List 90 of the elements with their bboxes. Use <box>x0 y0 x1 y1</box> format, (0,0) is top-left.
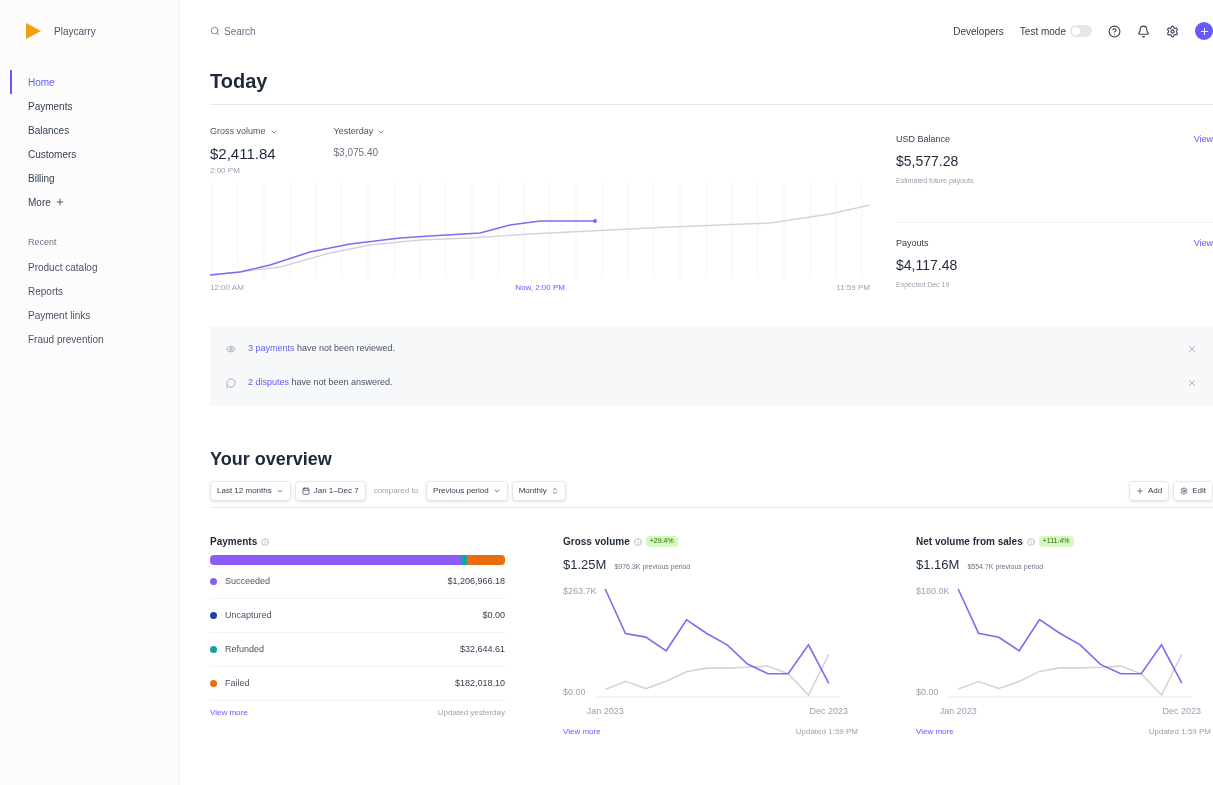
status-label: Succeeded <box>225 574 272 588</box>
alert-text: 3 payments have not been reviewed. <box>248 342 397 356</box>
create-button[interactable] <box>1195 22 1213 40</box>
axis-label: $180.0K <box>916 586 950 596</box>
status-label: Failed <box>225 676 251 690</box>
info-icon <box>1026 537 1035 546</box>
filter-button[interactable]: Last 12 months <box>210 481 291 501</box>
section-label: Recent <box>27 236 58 249</box>
filter-button[interactable]: Monthly <box>511 481 566 501</box>
axis-label: Dec 2023 <box>1162 704 1202 718</box>
nav-link[interactable]: Balances <box>10 118 179 142</box>
chat-icon <box>226 378 236 388</box>
search-field[interactable]: Search <box>210 23 256 39</box>
view-link[interactable]: View <box>1193 237 1213 251</box>
gear-icon <box>1180 487 1189 495</box>
balance-value: $4,117.48 <box>896 255 959 275</box>
filter-button[interactable]: Jan 1–Dec 7 <box>294 481 366 501</box>
status-amount: $1,206,966.18 <box>447 574 505 588</box>
logo-icon <box>24 22 42 40</box>
plus-icon <box>54 197 65 207</box>
section-title: Your overview <box>210 448 333 471</box>
axis-label: $0.00 <box>563 687 586 697</box>
view-more-link[interactable]: View more <box>563 726 601 738</box>
balance-label[interactable]: USD Balance <box>896 133 951 147</box>
metric-time: 2:00 PM <box>210 165 241 177</box>
alert-link[interactable]: 2 disputes <box>248 377 290 388</box>
info-icon <box>261 537 270 546</box>
add-button[interactable]: Add <box>1128 481 1170 501</box>
help-icon[interactable] <box>1108 24 1121 38</box>
current-point <box>593 219 597 223</box>
status-amount: $182,018.10 <box>454 676 505 690</box>
card-title: Net volume from sales <box>916 535 1023 549</box>
metric-dropdown[interactable]: Gross volume <box>210 125 278 139</box>
nav-link[interactable]: Payments <box>10 94 179 118</box>
view-more-link[interactable]: View more <box>916 726 954 738</box>
chevron-icon <box>492 487 501 495</box>
brand-name: Playcarry <box>54 24 96 39</box>
balance-value: $5,577.28 <box>896 151 960 171</box>
metric-dropdown[interactable]: Yesterday <box>333 125 386 139</box>
card-value: $1.16M <box>916 556 960 574</box>
calendar-icon <box>301 487 310 495</box>
axis-label: Now, 2:00 PM <box>515 282 565 294</box>
axis-label: $263.7K <box>563 586 597 596</box>
developers-link[interactable]: Developers <box>953 23 1004 39</box>
axis-label: 12:00 AM <box>210 282 244 294</box>
chevron-icon <box>275 487 284 495</box>
card-title: Payments <box>210 534 505 549</box>
settings-icon[interactable] <box>1166 24 1179 38</box>
status-label: Uncaptured <box>225 608 273 622</box>
updated-text: Updated 1:59 PM <box>795 726 858 738</box>
filter-button[interactable]: Previous period <box>426 481 508 501</box>
plus-icon <box>1198 25 1210 37</box>
info-icon <box>633 537 642 546</box>
search-icon <box>210 26 220 36</box>
status-label: Refunded <box>225 642 266 656</box>
card-title: Gross volume <box>563 535 630 549</box>
filter-text: compared to <box>372 485 420 497</box>
view-link[interactable]: View <box>1193 133 1213 147</box>
updated-text: Updated 1:59 PM <box>1148 726 1211 738</box>
nav-link[interactable]: Reports <box>10 279 179 304</box>
alert-link[interactable]: 3 payments <box>248 343 295 354</box>
alert-text: 2 disputes have not been answered. <box>248 376 394 390</box>
card-value: $1.25M <box>563 556 607 574</box>
page-title: Today <box>210 69 269 94</box>
axis-label: Jan 2023 <box>939 704 977 718</box>
metric-value: $3,075.40 <box>333 145 380 160</box>
nav-link[interactable]: Home <box>10 70 179 94</box>
axis-label: 11:59 PM <box>836 282 870 294</box>
edit-button[interactable]: Edit <box>1173 481 1213 501</box>
balance-label: Payouts <box>896 237 929 250</box>
sort-icon <box>550 487 559 495</box>
test-mode-toggle[interactable] <box>1070 25 1092 37</box>
updated-text: Updated yesterday <box>437 707 505 719</box>
status-amount: $0.00 <box>482 608 505 622</box>
plus-icon <box>1135 487 1144 495</box>
nav-link[interactable]: Product catalog <box>10 255 179 280</box>
nav-link[interactable]: Customers <box>10 142 179 166</box>
axis-label: $0.00 <box>916 687 939 697</box>
nav-link[interactable]: Billing <box>10 166 179 190</box>
axis-label: Dec 2023 <box>809 704 849 718</box>
nav-link[interactable]: Payment links <box>10 303 179 328</box>
axis-label: Jan 2023 <box>586 704 624 718</box>
metric-value: $2,411.84 <box>210 143 277 164</box>
bell-icon[interactable] <box>1137 24 1150 38</box>
view-more-link[interactable]: View more <box>210 707 248 719</box>
nav-link[interactable]: More <box>10 190 179 214</box>
toggle-label: Test mode <box>1019 24 1066 39</box>
nav-link[interactable]: Fraud prevention <box>10 327 179 352</box>
eye-icon <box>226 344 236 354</box>
status-amount: $32,644.61 <box>459 642 505 656</box>
